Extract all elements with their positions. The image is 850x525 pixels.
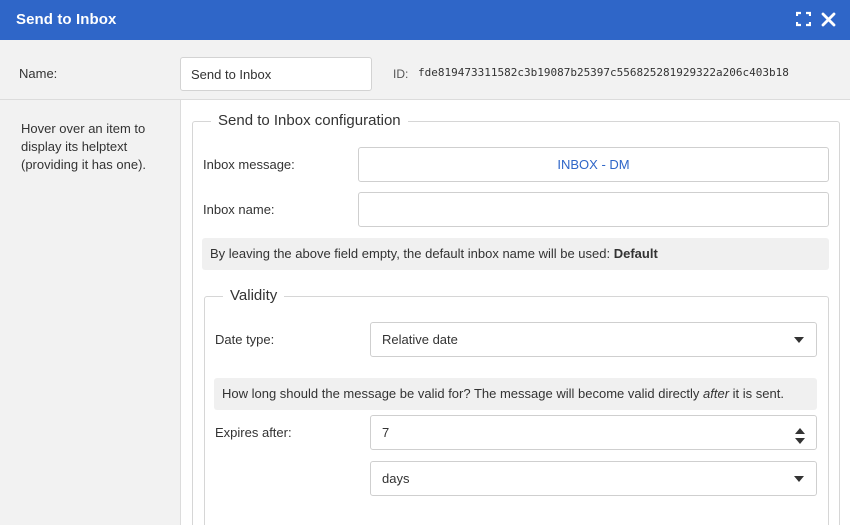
id-label: ID:	[393, 67, 409, 81]
date-type-select[interactable]: Relative date	[370, 322, 817, 357]
name-label: Name:	[19, 66, 58, 81]
node-header: Name: Send to Inbox ID: fde819473311582c…	[0, 40, 850, 100]
fullscreen-icon[interactable]	[795, 11, 812, 27]
close-icon[interactable]	[821, 11, 836, 27]
id-value: fde819473311582c3b19087b25397c5568252819…	[418, 66, 789, 79]
validity-note-emphasis: after	[703, 386, 730, 401]
dialog-title: Send to Inbox	[16, 11, 117, 28]
date-type-value: Relative date	[382, 332, 458, 347]
chevron-down-icon	[794, 476, 804, 482]
dialog-titlebar: Send to Inbox	[0, 0, 850, 40]
expires-unit-value: days	[382, 471, 410, 486]
config-legend: Send to Inbox configuration	[211, 112, 408, 129]
chevron-down-icon	[794, 337, 804, 343]
name-input[interactable]: Send to Inbox	[180, 57, 372, 91]
default-note-text: By leaving the above field empty, the de…	[210, 246, 614, 261]
default-inbox-note: By leaving the above field empty, the de…	[202, 238, 829, 270]
validity-note: How long should the message be valid for…	[214, 378, 817, 410]
help-pane: Hover over an item to display its helpte…	[0, 100, 181, 525]
inbox-message-field[interactable]: INBOX - DM	[358, 147, 829, 182]
expires-unit-select[interactable]: days	[370, 461, 817, 496]
expires-after-input[interactable]: 7	[370, 415, 817, 450]
inbox-name-field[interactable]	[358, 192, 829, 227]
stepper-icon[interactable]	[795, 424, 805, 444]
validity-note-end: it is sent.	[729, 386, 784, 401]
expires-after-label: Expires after:	[215, 425, 292, 440]
expires-after-value: 7	[382, 425, 390, 440]
validity-note-text: How long should the message be valid for…	[222, 386, 704, 401]
inbox-name-label: Inbox name:	[203, 202, 275, 217]
default-inbox-value: Default	[613, 246, 658, 261]
validity-legend: Validity	[223, 287, 285, 304]
inbox-message-value: INBOX - DM	[557, 157, 630, 172]
date-type-label: Date type:	[215, 332, 275, 347]
help-text: Hover over an item to display its helpte…	[21, 121, 147, 172]
inbox-message-label: Inbox message:	[203, 157, 295, 172]
